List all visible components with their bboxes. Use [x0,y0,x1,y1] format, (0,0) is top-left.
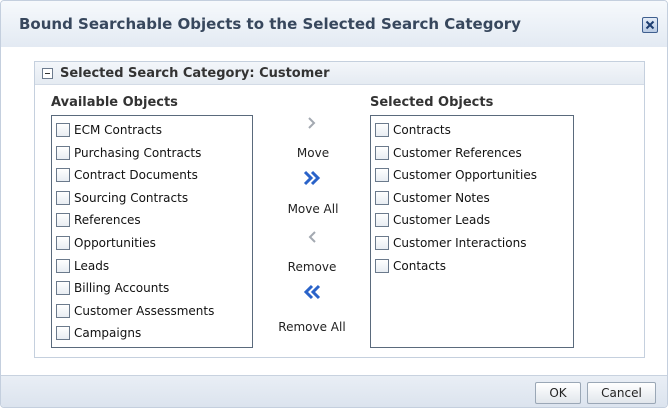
checkbox[interactable] [375,258,389,273]
checkbox[interactable] [56,145,70,160]
available-object-item[interactable]: Purchasing Contracts [56,144,201,162]
selected-objects-label: Selected Objects [370,95,494,110]
selected-object-item[interactable]: Contracts [375,121,451,139]
checkbox[interactable] [56,213,70,228]
section-header: Selected Search Category: Customer [35,62,644,85]
available-object-item[interactable]: Sourcing Contracts [56,189,188,207]
remove-label[interactable]: Remove [279,260,345,274]
selected-object-item[interactable]: Customer Opportunities [375,166,537,184]
available-object-item[interactable]: References [56,211,141,229]
remove-button[interactable] [303,228,321,246]
selected-object-item[interactable]: Customer References [375,144,522,162]
available-object-item[interactable]: Customer Assessments [56,302,214,320]
move-all-label[interactable]: Move All [280,202,346,216]
selected-object-item-label: Customer Opportunities [393,168,537,183]
checkbox[interactable] [375,236,389,250]
ok-button[interactable]: OK [535,382,581,404]
available-object-item-label: Contract Documents [74,168,198,183]
move-label[interactable]: Move [293,146,333,160]
checkbox[interactable] [375,190,389,205]
selected-object-item[interactable]: Customer Interactions [375,234,526,252]
available-object-item-label: Campaigns [74,326,142,341]
remove-all-button[interactable] [301,283,323,301]
dialog: Bound Searchable Objects to the Selected… [0,0,668,408]
available-object-item[interactable]: Opportunities [56,234,156,252]
available-objects-label: Available Objects [51,95,178,110]
available-object-item-label: ECM Contracts [74,123,163,137]
checkbox[interactable] [56,281,70,296]
selected-object-item-label: Customer References [393,145,522,160]
checkbox[interactable] [375,145,389,160]
checkbox[interactable] [56,190,70,205]
cancel-button[interactable]: Cancel [587,382,656,404]
available-object-item-label: Billing Accounts [74,281,170,296]
dialog-footer: OK Cancel [1,375,667,407]
available-objects-list[interactable]: ECM Contracts Purchasing Contracts Contrac… [51,115,253,348]
checkbox[interactable] [56,258,70,273]
category-section: Selected Search Category: Customer Avail… [34,61,645,358]
selected-objects-list[interactable]: Contracts Customer References Customer Opp… [370,115,574,348]
available-object-item-label: Purchasing Contracts [74,145,202,160]
chevron-right-icon [308,117,316,129]
available-object-item[interactable]: Leads [56,257,109,275]
available-object-item[interactable]: Campaigns [56,324,141,342]
dialog-title: Bound Searchable Objects to the Selected… [19,15,521,33]
available-object-item-label: Sourcing Contracts [74,190,189,205]
checkbox[interactable] [375,213,389,228]
available-object-item-label: Opportunities [74,236,156,250]
selected-object-item-label: Customer Notes [393,190,490,205]
selected-object-item-label: Customer Leads [393,213,491,228]
available-object-item[interactable]: Contract Documents [56,166,198,184]
available-object-item[interactable]: ECM Contracts [56,121,162,139]
checkbox[interactable] [375,168,389,183]
selected-object-item-label: Contacts [393,258,446,273]
double-chevron-right-icon [303,170,321,186]
checkbox[interactable] [56,168,70,183]
move-button[interactable] [303,114,321,132]
selected-object-item-label: Customer Interactions [393,236,527,250]
checkbox[interactable] [56,303,70,318]
close-x-icon [645,20,655,30]
available-object-item-label: Leads [74,258,110,273]
available-object-item-label: References [74,213,141,228]
checkbox[interactable] [375,123,389,137]
available-object-item[interactable]: Billing Accounts [56,279,169,297]
collapse-minus-icon[interactable] [42,68,53,79]
selected-object-item-label: Contracts [393,123,451,137]
move-all-button[interactable] [301,169,323,187]
checkbox[interactable] [56,236,70,250]
selected-object-item[interactable]: Customer Notes [375,189,490,207]
section-title: Selected Search Category: Customer [60,66,330,81]
available-object-item-label: Customer Assessments [74,303,215,318]
close-button[interactable] [642,17,658,33]
selected-object-item[interactable]: Contacts [375,257,446,275]
title-bar: Bound Searchable Objects to the Selected… [1,1,667,47]
checkbox[interactable] [56,123,70,137]
selected-object-item[interactable]: Customer Leads [375,211,490,229]
remove-all-label[interactable]: Remove All [274,320,350,334]
chevron-left-icon [308,231,316,243]
double-chevron-left-icon [303,284,321,300]
checkbox[interactable] [56,326,70,341]
